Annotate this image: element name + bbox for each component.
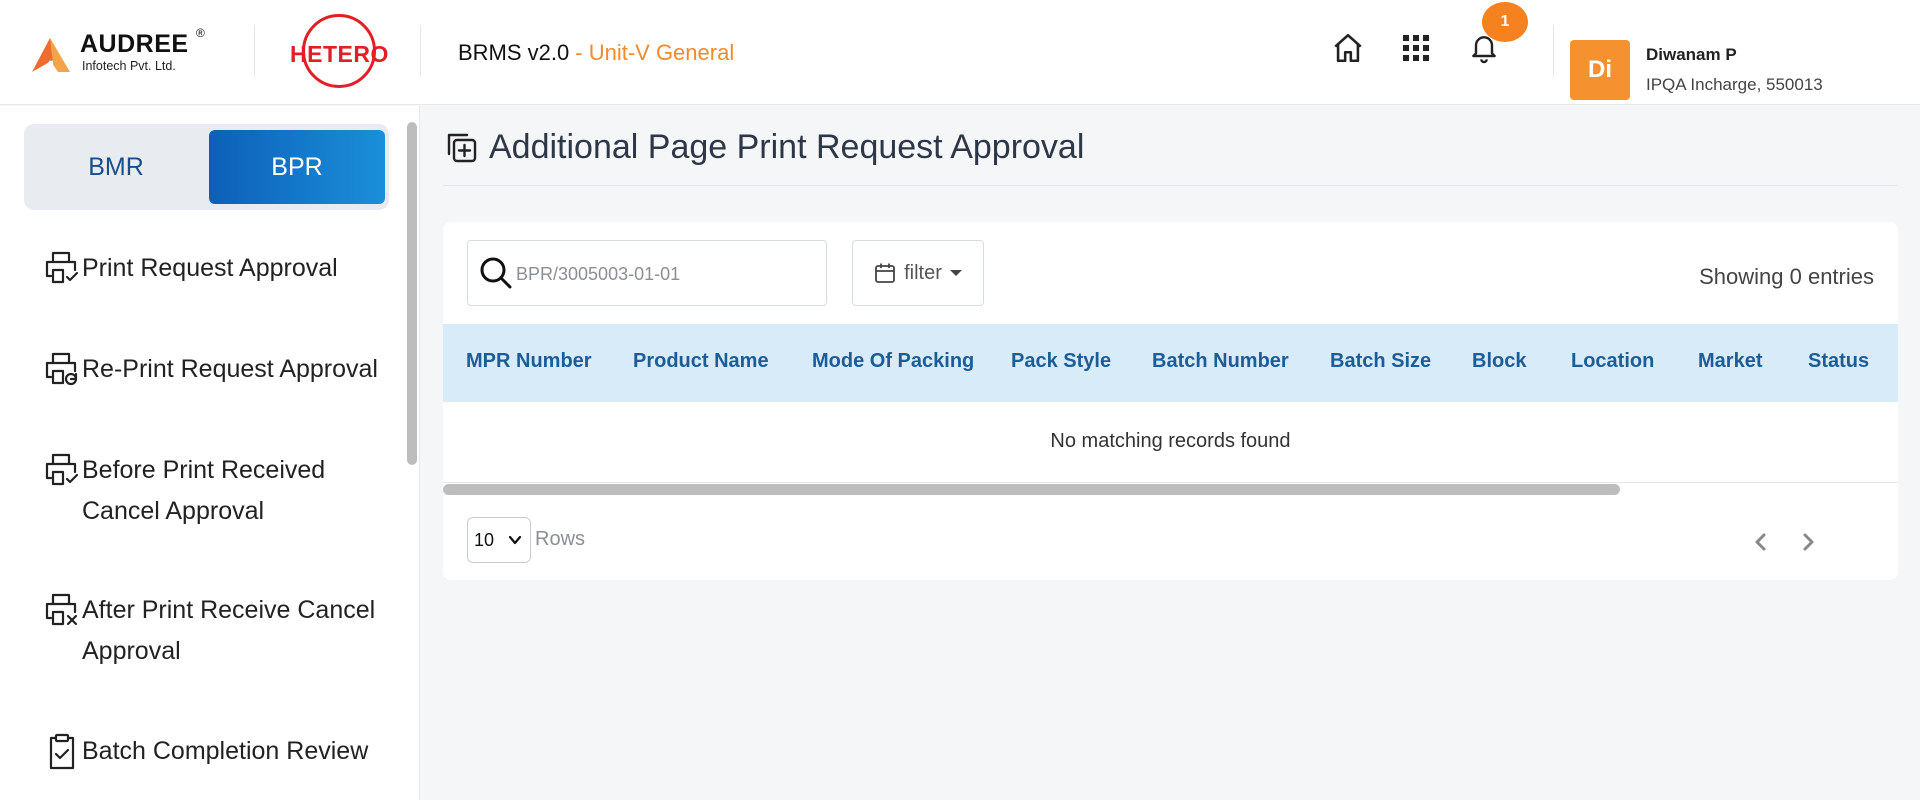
avatar[interactable]: Di bbox=[1570, 40, 1630, 100]
user-role: IPQA Incharge, 550013 bbox=[1646, 75, 1823, 94]
printer-check-icon bbox=[45, 453, 79, 486]
apps-grid-icon[interactable] bbox=[1398, 30, 1434, 66]
column-header[interactable]: MPR Number bbox=[466, 350, 592, 373]
table-card: filter Showing 0 entries MPR Number Prod… bbox=[443, 222, 1898, 580]
column-header[interactable]: Mode Of Packing bbox=[812, 350, 974, 373]
entries-count: Showing 0 entries bbox=[1699, 264, 1874, 289]
printer-cancel-icon bbox=[45, 593, 78, 626]
page-header: Additional Page Print Request Approval bbox=[443, 128, 1084, 167]
calendar-icon bbox=[875, 263, 895, 283]
column-header[interactable]: Product Name bbox=[633, 350, 769, 373]
header-divider bbox=[254, 25, 255, 77]
audree-logo-mark-icon bbox=[32, 38, 70, 72]
hetero-logo: HETERO bbox=[288, 14, 388, 92]
search-box bbox=[467, 240, 827, 306]
rows-label: Rows bbox=[535, 528, 586, 550]
empty-table-row: No matching records found bbox=[443, 402, 1898, 483]
app-title: BRMS v2.0- Unit-V General bbox=[458, 40, 734, 66]
column-header[interactable]: Block bbox=[1472, 350, 1526, 373]
filter-label: filter bbox=[904, 261, 942, 284]
clipboard-check-icon bbox=[49, 733, 75, 770]
chevron-left-icon bbox=[1755, 533, 1766, 551]
caret-down-icon bbox=[949, 270, 962, 276]
notification-badge[interactable]: 1 bbox=[1482, 2, 1528, 42]
home-icon[interactable] bbox=[1330, 30, 1366, 66]
top-header: AUDREE ® Infotech Pvt. Ltd. HETERO BRMS … bbox=[0, 0, 1920, 105]
rows-per-page-value: 10 bbox=[474, 529, 495, 550]
sidebar-item-label: Re-Print Request Approval bbox=[82, 355, 378, 383]
printer-refresh-icon bbox=[45, 352, 78, 386]
filter-button[interactable]: filter bbox=[852, 240, 984, 306]
sidebar-item-batch-completion-review[interactable]: Batch Completion Review bbox=[42, 731, 392, 772]
printer-check-icon bbox=[45, 251, 79, 284]
tab-bmr[interactable]: BMR bbox=[24, 124, 208, 210]
search-icon bbox=[480, 257, 512, 289]
sidebar-scrollbar[interactable] bbox=[407, 122, 417, 465]
header-divider bbox=[1553, 25, 1554, 77]
previous-page-button[interactable] bbox=[1746, 527, 1776, 557]
column-header[interactable]: Pack Style bbox=[1011, 350, 1111, 373]
column-header[interactable]: Status bbox=[1808, 350, 1869, 373]
next-page-button[interactable] bbox=[1793, 527, 1823, 557]
empty-message: No matching records found bbox=[1050, 430, 1291, 452]
audree-logo[interactable]: AUDREE ® Infotech Pvt. Ltd. bbox=[30, 26, 220, 78]
header-divider bbox=[420, 25, 421, 77]
unit-label: - Unit-V General bbox=[575, 40, 735, 65]
sidebar-item-label: After Print Receive Cancel Approval bbox=[82, 596, 376, 665]
chevron-down-icon bbox=[508, 535, 522, 545]
audree-brand-subtitle: Infotech Pvt. Ltd. bbox=[82, 59, 176, 73]
sidebar-item-label: Before Print Received Cancel Approval bbox=[82, 456, 326, 525]
rows-per-page-select[interactable]: 10 bbox=[467, 517, 531, 563]
column-header[interactable]: Batch Size bbox=[1330, 350, 1431, 373]
search-input[interactable] bbox=[516, 259, 806, 289]
sidebar-item-before-print-received-cancel-approval[interactable]: Before Print Received Cancel Approval bbox=[42, 450, 392, 532]
user-name: Diwanam P bbox=[1646, 45, 1737, 64]
registered-mark: ® bbox=[196, 26, 205, 40]
audree-brand-name: AUDREE bbox=[80, 30, 189, 58]
sidebar-item-label: Batch Completion Review bbox=[82, 737, 369, 765]
column-header[interactable]: Batch Number bbox=[1152, 350, 1289, 373]
sidebar-item-print-request-approval[interactable]: Print Request Approval bbox=[42, 248, 392, 289]
column-header[interactable]: Market bbox=[1698, 350, 1762, 373]
sidebar-item-reprint-request-approval[interactable]: Re-Print Request Approval bbox=[42, 349, 392, 390]
table-horizontal-scrollbar[interactable] bbox=[443, 484, 1620, 495]
record-type-toggle: BMR BPR bbox=[24, 124, 389, 210]
tab-bpr[interactable]: BPR bbox=[209, 130, 385, 204]
page-title: Additional Page Print Request Approval bbox=[489, 128, 1085, 166]
sidebar-item-label: Print Request Approval bbox=[82, 254, 338, 282]
table-header: MPR Number Product Name Mode Of Packing … bbox=[443, 324, 1898, 402]
title-divider bbox=[443, 185, 1898, 186]
sidebar: BMR BPR Print Request Approval Re-Print … bbox=[0, 106, 420, 800]
app-version: BRMS v2.0 bbox=[458, 40, 570, 65]
copy-plus-icon bbox=[447, 133, 477, 162]
column-header[interactable]: Location bbox=[1571, 350, 1654, 373]
hetero-brand-name: HETERO bbox=[290, 41, 389, 67]
chevron-right-icon bbox=[1803, 533, 1814, 551]
sidebar-item-after-print-receive-cancel-approval[interactable]: After Print Receive Cancel Approval bbox=[42, 590, 392, 672]
